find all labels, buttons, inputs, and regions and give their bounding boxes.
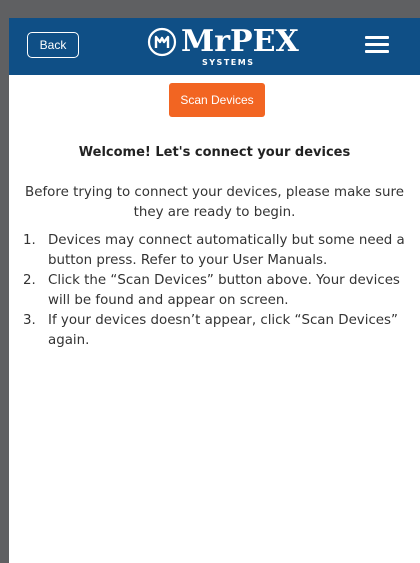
- mrpex-logo: MrPEX SYSTEMS: [147, 24, 299, 70]
- step-text: If your devices doesn’t appear, click “S…: [48, 313, 398, 348]
- logo-mark-icon: [147, 27, 177, 57]
- scan-devices-button[interactable]: Scan Devices: [169, 83, 265, 117]
- back-button[interactable]: Back: [27, 32, 79, 58]
- logo-wordmark: MrPEX: [181, 24, 299, 59]
- list-item: 2. Click the “Scan Devices” button above…: [9, 271, 420, 311]
- step-text: Devices may connect automatically but so…: [48, 233, 405, 268]
- hamburger-menu-icon[interactable]: [365, 36, 389, 56]
- step-number: 2.: [23, 273, 36, 288]
- steps-list: 1. Devices may connect automatically but…: [9, 231, 420, 351]
- welcome-heading: Welcome! Let's connect your devices: [78, 145, 351, 160]
- step-text: Click the “Scan Devices” button above. Y…: [48, 273, 400, 308]
- list-item: 3. If your devices doesn’t appear, click…: [9, 311, 420, 351]
- app-screen: Back MrPEX SYSTEMS Scan Devices Welcome!…: [9, 18, 420, 563]
- intro-text: Before trying to connect your devices, p…: [25, 185, 404, 220]
- step-number: 1.: [23, 233, 36, 248]
- step-number: 3.: [23, 313, 36, 328]
- app-header: Back MrPEX SYSTEMS: [9, 18, 420, 75]
- logo-subtitle: SYSTEMS: [202, 58, 255, 67]
- list-item: 1. Devices may connect automatically but…: [9, 231, 420, 271]
